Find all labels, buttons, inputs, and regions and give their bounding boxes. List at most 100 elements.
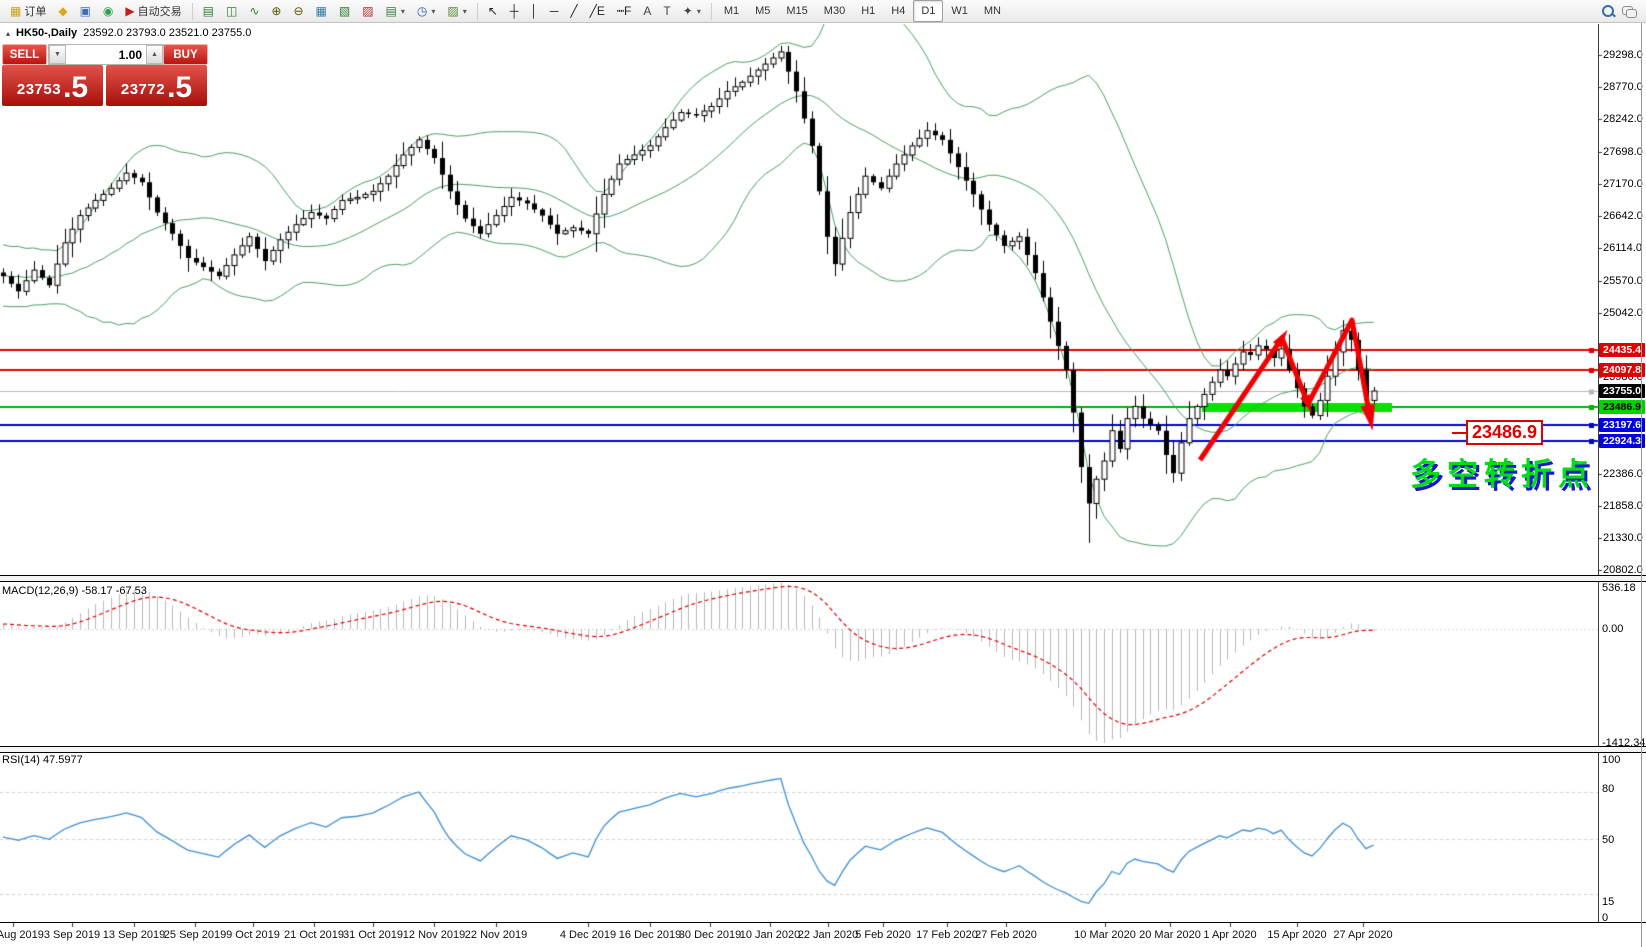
timeframe-button-m5[interactable]: M5 [747, 0, 778, 22]
price-level-tag: 22924.3 [1599, 434, 1645, 449]
timeframe-button-mn[interactable]: MN [976, 0, 1009, 22]
timeframe-button-m15[interactable]: M15 [778, 0, 815, 22]
cursor-tool[interactable]: ↖ [482, 0, 504, 22]
date-axis-label: 27 Feb 2020 [975, 929, 1037, 941]
candlestick-chart-icon[interactable]: ◫ [220, 0, 243, 22]
buy-button[interactable]: BUY [163, 44, 208, 65]
rsi-axis-tick: 50 [1602, 834, 1615, 846]
horizontal-line-tool[interactable]: ─ [544, 0, 565, 22]
date-axis-label: 4 Dec 2019 [559, 929, 617, 941]
date-axis-label: 31 Oct 2019 [343, 929, 403, 941]
date-axis-label: 25 Sep 2019 [163, 929, 227, 941]
community-chat-icon[interactable] [1622, 6, 1637, 18]
timeframe-button-h4[interactable]: H4 [883, 0, 913, 22]
price-axis-tick: 28242.0 [1603, 113, 1643, 126]
autotrading-label: 自动交易 [137, 6, 182, 18]
volume-input[interactable] [66, 45, 146, 64]
new-order-label: 订单 [24, 6, 47, 18]
fibonacci-tool[interactable]: ┉F [611, 0, 638, 22]
search-icon[interactable] [1602, 5, 1616, 18]
date-axis-label: 10 Jan 2020 [739, 929, 801, 941]
tile-windows-icon[interactable]: ▦ [310, 0, 333, 22]
ohlc-values: 23592.0 23793.0 23521.0 23755.0 [83, 27, 252, 39]
macd-axis-tick: -1412.34 [1602, 737, 1646, 749]
date-axis-label: 12 Nov 2019 [402, 929, 466, 941]
rsi-axis-tick: 100 [1602, 754, 1621, 766]
profile-icon[interactable]: ▣ [80, 5, 91, 17]
macd-pane-splitter[interactable] [0, 575, 1646, 582]
price-axis-tick: 28770.0 [1603, 81, 1643, 94]
sell-price-button[interactable]: 23753 .5 [2, 65, 103, 106]
toolbar-separator [191, 2, 193, 20]
date-axis-label: 22 Jan 2020 [797, 929, 859, 941]
rsi-pane-splitter[interactable] [0, 746, 1646, 753]
zoom-in-icon[interactable]: ⊕ [265, 0, 287, 22]
mt4-window: ▦ 订单 ◆ ▣ ◉ ▶ 自动交易 ▤ ◫ ∿ ⊕ ⊖ ▦ ▧ ▨ ▤ ▾ ◷ ▾ ▨ ▾ ↖ ┼ │ ─ ╱ ╱E… [0, 0, 1646, 947]
sell-price-main: 23753 [16, 81, 62, 98]
label-tool[interactable]: T [657, 0, 676, 22]
date-axis-label: 30 Dec 2019 [678, 929, 742, 941]
periods-dropdown[interactable]: ◷ ▾ [411, 0, 442, 22]
buy-price-button[interactable]: 23772 .5 [106, 65, 207, 106]
zoom-out-icon[interactable]: ⊖ [287, 0, 309, 22]
chart-shift-icon[interactable]: ▧ [333, 0, 356, 22]
text-tool[interactable]: A [637, 0, 657, 22]
volume-decrease-button[interactable]: ▼ [49, 45, 66, 64]
line-chart-icon[interactable]: ∿ [243, 0, 265, 22]
price-axis-tick: 27170.0 [1603, 178, 1643, 191]
date-axis-label: 13 Sep 2019 [102, 929, 166, 941]
symbol-bullet-icon: ▴ [6, 28, 11, 38]
new-order-icon: ▦ [10, 4, 22, 18]
channel-tool[interactable]: ╱E [584, 0, 611, 22]
signals-icon[interactable]: ◉ [103, 5, 113, 17]
bar-chart-icon[interactable]: ▤ [197, 0, 220, 22]
rsi-axis-tick: 15 [1602, 896, 1615, 908]
new-order-button[interactable]: ▦ 订单 [4, 0, 52, 22]
buy-price-main: 23772 [120, 81, 166, 98]
autotrading-button[interactable]: ▶ 自动交易 [119, 0, 187, 22]
support-price-box[interactable]: 23486.9 [1466, 420, 1543, 445]
styler-icon[interactable]: ◆ [58, 5, 67, 17]
date-axis-label: 5 Feb 2020 [855, 929, 911, 941]
crosshair-tool[interactable]: ┼ [504, 0, 525, 22]
timeframe-button-h1[interactable]: H1 [853, 0, 883, 22]
auto-scroll-icon[interactable]: ▨ [356, 0, 379, 22]
chart-canvas[interactable] [0, 23, 1646, 947]
date-axis-label: 17 Feb 2020 [916, 929, 978, 941]
toolbar-separator [710, 2, 712, 20]
date-axis-label: 21 Oct 2019 [284, 929, 344, 941]
toolbar-separator [476, 2, 478, 20]
rsi-indicator-label: RSI(14) 47.5977 [2, 754, 83, 766]
price-axis-tick: 29298.0 [1603, 49, 1643, 62]
timeframe-button-m1[interactable]: M1 [716, 0, 747, 22]
turning-point-annotation[interactable]: 多空转折点 [1410, 449, 1595, 494]
trendline-tool[interactable]: ╱ [564, 0, 583, 22]
date-axis-label: 10 Mar 2020 [1074, 929, 1136, 941]
price-axis-tick: 20802.0 [1603, 564, 1643, 576]
date-axis-label: 22 Aug 2019 [0, 929, 44, 941]
date-axis-label: 3 Sep 2019 [43, 929, 101, 941]
price-axis-tick: 21330.0 [1603, 532, 1643, 544]
arrows-dropdown[interactable]: ✦ ▾ [677, 0, 707, 22]
buy-price-fraction: .5 [167, 71, 193, 104]
timeframe-button-m30[interactable]: M30 [816, 0, 853, 22]
date-axis-label: 22 Nov 2019 [464, 929, 528, 941]
date-axis-label: 16 Dec 2019 [618, 929, 682, 941]
volume-increase-button[interactable]: ▲ [146, 45, 163, 64]
timeframe-button-d1[interactable]: D1 [913, 0, 944, 22]
macd-axis-tick: 536.18 [1602, 582, 1636, 594]
new-chart-dropdown[interactable]: ▤ ▾ [380, 0, 411, 22]
vertical-line-tool[interactable]: │ [524, 0, 544, 22]
symbol-title: HK50-,Daily [16, 27, 78, 39]
date-axis-label: 27 Apr 2020 [1333, 929, 1393, 941]
price-axis-tick: 26114.0 [1603, 242, 1642, 255]
timeframe-button-w1[interactable]: W1 [943, 0, 976, 22]
volume-stepper: ▼ ▲ [48, 44, 164, 65]
date-axis-label: 1 Apr 2020 [1203, 929, 1257, 941]
sell-button[interactable]: SELL [2, 44, 47, 65]
autotrading-icon: ▶ [125, 4, 135, 18]
one-click-trading-panel: SELL ▼ ▲ BUY 23753 .5 23772 .5 [2, 44, 208, 106]
templates-dropdown[interactable]: ▨ ▾ [441, 0, 472, 22]
price-axis-tick: 26642.0 [1603, 210, 1643, 223]
date-axis-label: 9 Oct 2019 [226, 929, 280, 941]
